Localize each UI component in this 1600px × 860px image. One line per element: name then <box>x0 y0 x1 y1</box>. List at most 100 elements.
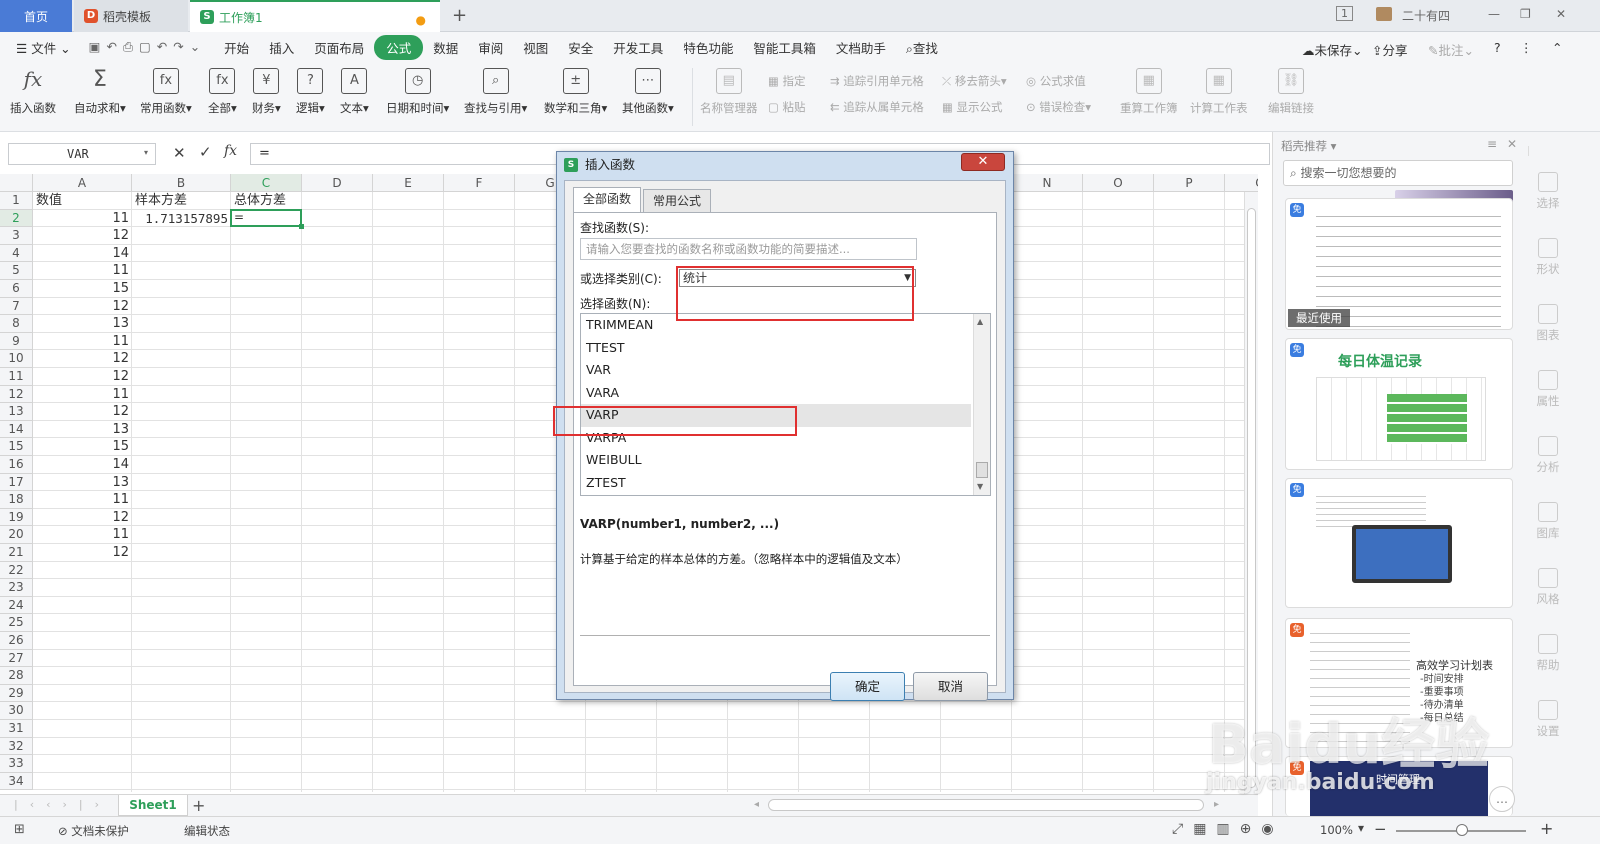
table-cell[interactable]: 11 <box>36 491 129 509</box>
table-cell[interactable]: 13 <box>36 421 129 439</box>
search-menu[interactable]: ⌕查找 <box>896 38 948 57</box>
insert-function-button[interactable]: fx 插入函数 <box>10 68 56 116</box>
add-sheet-button[interactable]: + <box>192 796 205 815</box>
calc-sheet-button[interactable]: ▦ 计算工作表 <box>1190 68 1248 116</box>
function-list[interactable]: ▲ ▼ TRIMMEAN TTEST VAR VARA VARP VARPA WEIBULL… <box>580 313 991 496</box>
cancel-button[interactable]: 取消 <box>913 672 988 701</box>
row-header[interactable]: 12 <box>0 385 33 404</box>
table-cell[interactable]: 12 <box>36 544 129 562</box>
column-header[interactable]: P <box>1154 174 1225 192</box>
tab-workbook[interactable]: S 工作簿1 ● <box>190 0 440 32</box>
row-header[interactable]: 14 <box>0 420 33 439</box>
row-header[interactable]: 13 <box>0 403 33 421</box>
table-cell[interactable]: 12 <box>36 509 129 527</box>
show-formulas-button[interactable]: ▦ 显示公式 <box>942 99 1003 115</box>
datetime-button[interactable]: ◷ 日期和时间▾ <box>386 68 449 116</box>
share-button[interactable]: ⇪分享 <box>1362 40 1418 59</box>
table-cell[interactable]: 12 <box>36 350 129 368</box>
function-list-item[interactable]: VARA <box>581 382 971 405</box>
error-check-button[interactable]: ⊙ 错误检查▾ <box>1026 99 1091 115</box>
paste-button[interactable]: ▢ 粘贴 <box>768 99 806 115</box>
zoom-level[interactable]: 100% <box>1320 823 1353 837</box>
autosum-button[interactable]: Σ 自动求和▾ <box>74 68 126 116</box>
row-header[interactable]: 23 <box>0 579 33 597</box>
column-header[interactable]: O <box>1083 174 1154 192</box>
row-header[interactable]: 2 <box>0 209 33 228</box>
confirm-formula-icon[interactable]: ✓ <box>199 143 212 161</box>
menu-security[interactable]: 安全 <box>558 38 603 57</box>
row-header[interactable]: 15 <box>0 438 33 456</box>
table-cell[interactable]: 11 <box>36 526 129 544</box>
column-header[interactable]: B <box>132 174 231 192</box>
template-card-2[interactable]: 免 每日体温记录 <box>1285 338 1513 470</box>
table-cell[interactable]: 11 <box>36 333 129 351</box>
row-header[interactable]: 27 <box>0 649 33 668</box>
text-functions-button[interactable]: A 文本▾ <box>340 68 369 116</box>
table-cell[interactable]: 12 <box>36 368 129 386</box>
table-cell[interactable]: 总体方差 <box>234 192 299 210</box>
all-functions-button[interactable]: fx 全部▾ <box>208 68 237 116</box>
row-header[interactable]: 25 <box>0 614 33 632</box>
function-list-item[interactable]: TTEST <box>581 337 971 360</box>
side-tool-item[interactable]: 形状 <box>1528 238 1568 277</box>
table-cell[interactable]: 14 <box>36 245 129 263</box>
hscroll-right-icon[interactable]: ▸ <box>1214 799 1219 810</box>
template-card-1[interactable]: 免 最近使用 <box>1285 198 1513 330</box>
column-header[interactable]: F <box>444 174 515 192</box>
evaluate-formula-button[interactable]: ◎ 公式求值 <box>1026 73 1086 89</box>
trace-precedents-button[interactable]: ⇉ 追踪引用单元格 <box>830 73 924 89</box>
horizontal-scrollbar[interactable] <box>768 799 1204 811</box>
menu-smart-tools[interactable]: 智能工具箱 <box>743 38 826 57</box>
side-tool-item[interactable]: 风格 <box>1528 568 1568 607</box>
side-tool-item[interactable]: 图库 <box>1528 502 1568 541</box>
menu-formula[interactable]: 公式 <box>374 34 424 60</box>
help-icon[interactable]: ? <box>1484 40 1511 55</box>
menu-review[interactable]: 审阅 <box>468 38 513 57</box>
side-tool-item[interactable]: 属性 <box>1528 370 1568 409</box>
hscroll-left-icon[interactable]: ◂ <box>754 799 762 811</box>
row-header[interactable]: 29 <box>0 684 33 703</box>
close-icon[interactable]: ✕ <box>1556 7 1566 21</box>
table-cell[interactable]: 12 <box>36 298 129 316</box>
menu-developer[interactable]: 开发工具 <box>603 38 673 57</box>
menu-view[interactable]: 视图 <box>513 38 558 57</box>
fx-insert-icon[interactable]: fx <box>224 143 237 159</box>
logic-button[interactable]: ? 逻辑▾ <box>296 68 325 116</box>
row-header[interactable]: 6 <box>0 280 33 298</box>
tab-all-functions[interactable]: 全部函数 <box>573 187 641 213</box>
table-cell[interactable]: 12 <box>36 227 129 245</box>
row-header[interactable]: 33 <box>0 755 33 773</box>
function-list-item[interactable]: VAR <box>581 359 971 382</box>
name-box-dropdown-icon[interactable]: ▾ <box>144 148 148 157</box>
zoom-slider-handle[interactable] <box>1456 824 1468 836</box>
row-header[interactable]: 11 <box>0 368 33 386</box>
table-cell[interactable]: 15 <box>36 280 129 298</box>
menu-data[interactable]: 数据 <box>423 38 468 57</box>
row-header[interactable]: 7 <box>0 297 33 316</box>
row-header[interactable]: 9 <box>0 332 33 351</box>
remove-arrows-button[interactable]: ⤫ 移去箭头▾ <box>942 73 1007 89</box>
specify-button[interactable]: ▦ 指定 <box>768 73 806 89</box>
name-box[interactable]: VAR <box>8 143 156 165</box>
column-header[interactable]: Q <box>1225 174 1258 192</box>
side-tool-item[interactable]: 设置 <box>1528 700 1568 739</box>
menu-features[interactable]: 特色功能 <box>673 38 743 57</box>
select-all-corner[interactable] <box>0 174 33 192</box>
tab-common-formulas[interactable]: 常用公式 <box>643 189 711 213</box>
active-cell-c2[interactable]: = <box>230 208 302 228</box>
function-list-scrollbar[interactable]: ▲ ▼ <box>973 314 990 495</box>
ok-button[interactable]: 确定 <box>830 672 905 701</box>
row-header[interactable]: 34 <box>0 772 33 791</box>
table-cell[interactable]: 13 <box>36 315 129 333</box>
table-cell[interactable]: 14 <box>36 456 129 474</box>
sheet-nav-arrows[interactable]: |‹‹›|› <box>14 798 111 811</box>
row-header[interactable]: 16 <box>0 456 33 474</box>
common-functions-button[interactable]: fx 常用函数▾ <box>140 68 192 116</box>
row-header[interactable]: 8 <box>0 315 33 333</box>
side-tool-item[interactable]: 选择 <box>1528 172 1568 211</box>
row-header[interactable]: 10 <box>0 350 33 368</box>
recalc-workbook-button[interactable]: ▦ 重算工作簿 <box>1120 68 1178 116</box>
template-card-3[interactable]: 免 <box>1285 478 1513 608</box>
minimize-icon[interactable]: — <box>1488 7 1500 21</box>
row-header[interactable]: 18 <box>0 491 33 509</box>
